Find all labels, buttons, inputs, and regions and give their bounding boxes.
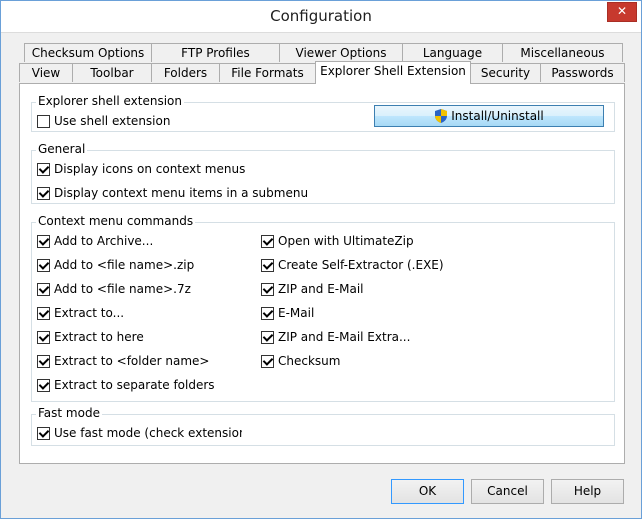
tab-language[interactable]: Language xyxy=(402,43,503,62)
general-group-label: General xyxy=(36,142,88,156)
checkbox-box[interactable] xyxy=(37,378,50,392)
add-to-zip-label: Add to <file name>.zip xyxy=(54,258,195,272)
extract-to-folder-checkbox[interactable]: Extract to <folder name> xyxy=(37,354,209,368)
extract-to-checkbox[interactable]: Extract to... xyxy=(37,306,124,320)
zip-email-checkbox[interactable]: ZIP and E-Mail xyxy=(261,282,364,296)
tab-view[interactable]: View xyxy=(19,63,73,82)
checkbox-box[interactable] xyxy=(37,186,50,200)
configuration-window: Configuration ✕ Checksum Options FTP Pro… xyxy=(0,0,642,519)
tab-panel-explorer-shell-extension: Explorer shell extension Use shell exten… xyxy=(19,83,625,464)
checkbox-box[interactable] xyxy=(37,306,50,320)
checkbox-box[interactable] xyxy=(37,354,50,368)
create-sfx-checkbox[interactable]: Create Self-Extractor (.EXE) xyxy=(261,258,444,272)
add-to-7z-checkbox[interactable]: Add to <file name>.7z xyxy=(37,282,191,296)
add-to-archive-label: Add to Archive... xyxy=(54,234,154,248)
install-uninstall-label: Install/Uninstall xyxy=(451,109,544,123)
checksum-checkbox[interactable]: Checksum xyxy=(261,354,340,368)
use-fast-mode-label: Use fast mode (check extension onl xyxy=(54,426,242,440)
tab-toolbar[interactable]: Toolbar xyxy=(72,63,152,82)
zip-email-extra-label: ZIP and E-Mail Extra... xyxy=(278,330,411,344)
extract-to-label: Extract to... xyxy=(54,306,125,320)
extract-to-folder-label: Extract to <folder name> xyxy=(54,354,210,368)
context-menu-group-label: Context menu commands xyxy=(36,214,196,228)
tab-file-formats[interactable]: File Formats xyxy=(219,63,316,82)
tab-viewer-options[interactable]: Viewer Options xyxy=(279,43,403,62)
checkbox-box[interactable] xyxy=(37,282,50,296)
tab-explorer-shell-extension[interactable]: Explorer Shell Extension xyxy=(315,61,471,84)
open-with-checkbox[interactable]: Open with UltimateZip xyxy=(261,234,414,248)
ok-button[interactable]: OK xyxy=(391,479,464,504)
title-bar: Configuration ✕ xyxy=(1,1,641,33)
cancel-button[interactable]: Cancel xyxy=(471,479,544,504)
add-to-archive-checkbox[interactable]: Add to Archive... xyxy=(37,234,153,248)
display-submenu-checkbox[interactable]: Display context menu items in a submenu xyxy=(37,186,308,200)
uac-shield-icon xyxy=(435,109,448,123)
checkbox-box[interactable] xyxy=(37,234,50,248)
email-label: E-Mail xyxy=(278,306,315,320)
window-title: Configuration xyxy=(270,7,372,25)
extract-here-checkbox[interactable]: Extract to here xyxy=(37,330,144,344)
tab-folders[interactable]: Folders xyxy=(151,63,220,82)
tab-passwords[interactable]: Passwords xyxy=(540,63,625,82)
checkbox-box[interactable] xyxy=(261,330,274,344)
checkbox-box[interactable] xyxy=(261,282,274,296)
extract-here-label: Extract to here xyxy=(54,330,144,344)
tab-checksum-options[interactable]: Checksum Options xyxy=(24,43,152,62)
add-to-zip-checkbox[interactable]: Add to <file name>.zip xyxy=(37,258,194,272)
tab-row-2: View Toolbar Folders File Formats Explor… xyxy=(19,61,625,84)
help-button[interactable]: Help xyxy=(551,479,624,504)
checkbox-box[interactable] xyxy=(261,354,274,368)
checksum-label: Checksum xyxy=(278,354,341,368)
use-fast-mode-checkbox[interactable]: Use fast mode (check extension onl xyxy=(37,426,242,440)
extract-separate-checkbox[interactable]: Extract to separate folders xyxy=(37,378,215,392)
checkbox-box[interactable] xyxy=(261,306,274,320)
display-icons-label: Display icons on context menus xyxy=(54,162,246,176)
extract-separate-label: Extract to separate folders xyxy=(54,378,215,392)
zip-email-extra-checkbox[interactable]: ZIP and E-Mail Extra... xyxy=(261,330,410,344)
tab-miscellaneous[interactable]: Miscellaneous xyxy=(502,43,623,62)
tab-row-1: Checksum Options FTP Profiles Viewer Opt… xyxy=(19,43,625,63)
use-shell-extension-checkbox[interactable]: Use shell extension xyxy=(37,114,170,128)
close-icon: ✕ xyxy=(616,4,628,18)
explorer-shell-group-label: Explorer shell extension xyxy=(36,94,184,108)
install-uninstall-button[interactable]: Install/Uninstall xyxy=(374,105,604,127)
open-with-label: Open with UltimateZip xyxy=(278,234,414,248)
tab-ftp-profiles[interactable]: FTP Profiles xyxy=(151,43,280,62)
use-shell-extension-label: Use shell extension xyxy=(54,114,171,128)
zip-email-label: ZIP and E-Mail xyxy=(278,282,364,296)
checkbox-box[interactable] xyxy=(37,426,50,440)
checkbox-box[interactable] xyxy=(261,258,274,272)
display-submenu-label: Display context menu items in a submenu xyxy=(54,186,309,200)
add-to-7z-label: Add to <file name>.7z xyxy=(54,282,191,296)
fast-mode-group-label: Fast mode xyxy=(36,406,102,420)
checkbox-box[interactable] xyxy=(37,258,50,272)
checkbox-box[interactable] xyxy=(37,114,50,128)
tab-security[interactable]: Security xyxy=(470,63,541,82)
create-sfx-label: Create Self-Extractor (.EXE) xyxy=(278,258,444,272)
checkbox-box[interactable] xyxy=(37,162,50,176)
display-icons-checkbox[interactable]: Display icons on context menus xyxy=(37,162,245,176)
checkbox-box[interactable] xyxy=(261,234,274,248)
close-button[interactable]: ✕ xyxy=(607,2,637,22)
checkbox-box[interactable] xyxy=(37,330,50,344)
email-checkbox[interactable]: E-Mail xyxy=(261,306,314,320)
